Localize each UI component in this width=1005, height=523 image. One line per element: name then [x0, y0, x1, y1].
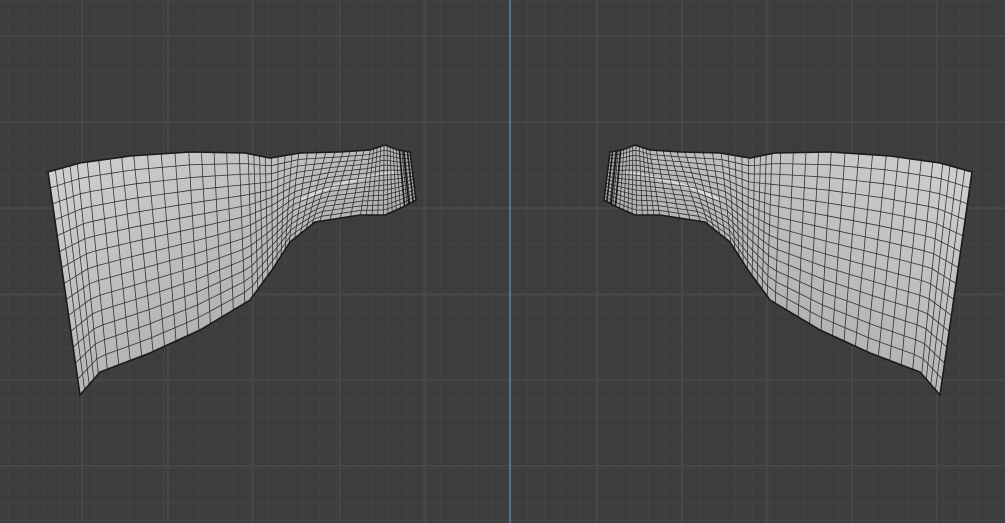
- sleeve-mesh-left[interactable]: [47, 144, 417, 397]
- 3d-viewport[interactable]: [0, 0, 1005, 523]
- sleeve-mesh-right[interactable]: [603, 144, 973, 397]
- viewport-canvas[interactable]: [0, 0, 1005, 523]
